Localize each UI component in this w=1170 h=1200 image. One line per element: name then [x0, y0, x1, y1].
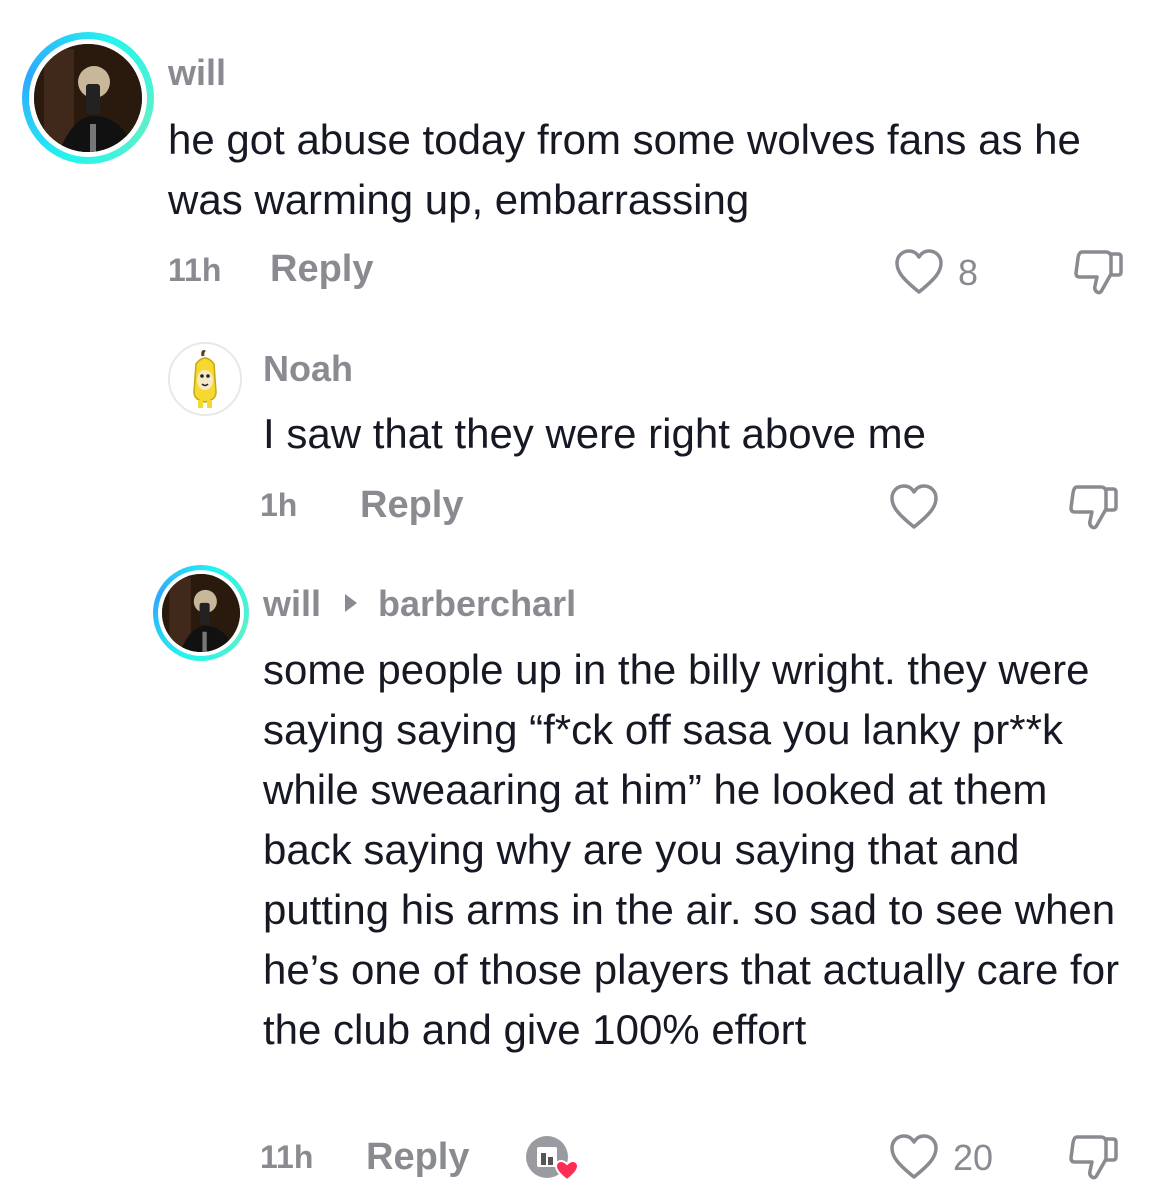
dislike-button[interactable] — [1065, 1131, 1121, 1183]
avatar[interactable] — [22, 32, 154, 164]
thumbs-down-icon — [1069, 1135, 1118, 1180]
profile-photo — [162, 574, 240, 652]
like-count: 20 — [953, 1137, 994, 1178]
heart-outline-icon — [890, 1134, 938, 1179]
avatar[interactable] — [153, 565, 249, 661]
banana-avatar-icon — [170, 344, 240, 414]
profile-photo — [34, 44, 142, 152]
dislike-button[interactable] — [1065, 481, 1121, 533]
comment-text: some people up in the billy wright. they… — [263, 646, 1120, 1053]
reply-button[interactable]: Reply — [270, 248, 373, 291]
heart-outline-icon — [895, 249, 943, 294]
creator-liked-badge-icon — [523, 1133, 583, 1183]
comment-timestamp: 11h — [168, 252, 222, 288]
comment-timestamp: 1h — [260, 487, 298, 523]
thumbs-down-icon — [1074, 250, 1123, 295]
heart-outline-icon — [890, 484, 938, 529]
like-button[interactable] — [888, 1133, 940, 1181]
comment-username[interactable]: will — [168, 52, 226, 94]
comment-timestamp: 11h — [260, 1139, 314, 1175]
comment-username[interactable]: will — [263, 583, 321, 625]
reply-to-username[interactable]: barbercharl — [378, 583, 576, 625]
like-button[interactable] — [888, 483, 940, 531]
like-count: 8 — [958, 252, 979, 293]
comment-text: he got abuse today from some wolves fans… — [168, 116, 1081, 223]
thumbs-down-icon — [1069, 485, 1118, 530]
reply-button[interactable]: Reply — [360, 484, 463, 527]
comment-text: I saw that they were right above me — [263, 410, 926, 457]
reply-button[interactable]: Reply — [366, 1136, 469, 1179]
like-button[interactable] — [893, 248, 945, 296]
dislike-button[interactable] — [1070, 246, 1126, 298]
caret-right-icon — [345, 594, 357, 612]
comment-username[interactable]: Noah — [263, 348, 353, 390]
avatar[interactable] — [168, 342, 242, 416]
